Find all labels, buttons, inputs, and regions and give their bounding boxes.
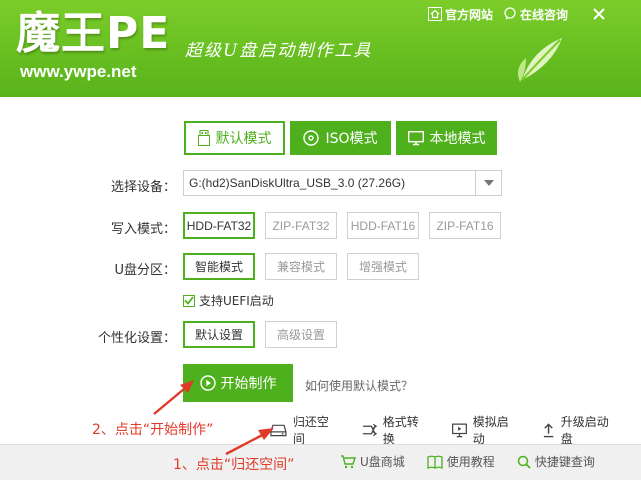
slogan: 超级U盘启动制作工具 <box>185 41 373 61</box>
partition-label: U盘分区： <box>114 263 176 278</box>
device-select[interactable]: G:(hd2)SanDiskUltra_USB_3.0 (27.26G) <box>183 170 502 196</box>
chevron-down-icon[interactable] <box>475 171 501 195</box>
usb-shop-link[interactable]: U盘商城 <box>340 453 405 470</box>
format-convert-button[interactable]: 格式转换 <box>362 413 428 447</box>
personalize-default[interactable]: 默认设置 <box>183 321 255 348</box>
usb-shop-label: U盘商城 <box>360 455 405 469</box>
device-label: 选择设备： <box>110 180 176 195</box>
cart-icon <box>341 454 356 468</box>
bottom-links: U盘商城 使用教程 快捷键查询 <box>340 453 617 470</box>
magnifier-icon <box>517 455 531 469</box>
logo-text: 魔王PE <box>16 8 171 59</box>
logo-url: www.ywpe.net <box>20 62 137 81</box>
checkbox-checked-icon <box>183 294 195 307</box>
play-icon <box>199 375 216 391</box>
annotation-arrow-2 <box>153 380 194 415</box>
shortcut-query-label: 快捷键查询 <box>534 455 595 469</box>
simulate-boot-label: 模拟启动 <box>472 415 509 446</box>
reclaim-space-button[interactable]: 归还空间 <box>270 413 338 447</box>
partition-compat-mode[interactable]: 兼容模式 <box>265 253 337 280</box>
write-mode-label: 写入模式： <box>110 222 176 237</box>
partition-enhanced-mode[interactable]: 增强模式 <box>347 253 419 280</box>
write-mode-hdd-fat32[interactable]: HDD-FAT32 <box>183 212 255 239</box>
upgrade-boot-disk-button[interactable]: 升级启动盘 <box>542 413 617 447</box>
tab-iso-mode-label: ISO模式 <box>325 131 378 147</box>
howto-link[interactable]: 如何使用默认模式？ <box>305 377 413 394</box>
tab-default-mode[interactable]: 默认模式 <box>184 121 285 155</box>
bottom-bar: U盘商城 使用教程 快捷键查询 <box>0 444 641 480</box>
convert-icon <box>362 423 377 437</box>
mode-tabs: 默认模式 ISO模式 本地模式 <box>184 121 502 155</box>
annotation-step-2: 2、点击“开始制作” <box>92 422 214 438</box>
close-icon[interactable] <box>589 4 609 24</box>
write-mode-options: HDD-FAT32 ZIP-FAT32 HDD-FAT16 ZIP-FAT16 <box>183 212 511 239</box>
tab-local-mode[interactable]: 本地模式 <box>396 121 497 155</box>
chat-icon <box>504 7 516 20</box>
top-links: 官方网站 在线咨询 <box>428 4 578 24</box>
personalize-label: 个性化设置： <box>97 331 176 346</box>
device-value: G:(hd2)SanDiskUltra_USB_3.0 (27.26G) <box>189 176 406 190</box>
online-consult-label: 在线咨询 <box>520 7 569 22</box>
simulate-boot-button[interactable]: 模拟启动 <box>451 413 518 447</box>
tab-iso-mode[interactable]: ISO模式 <box>290 121 391 155</box>
tutorial-label: 使用教程 <box>446 455 495 469</box>
write-mode-hdd-fat16[interactable]: HDD-FAT16 <box>347 212 419 239</box>
write-mode-zip-fat16[interactable]: ZIP-FAT16 <box>429 212 501 239</box>
personalize-advanced[interactable]: 高级设置 <box>265 321 337 348</box>
annotation-arrow-1 <box>225 428 274 456</box>
official-site-label: 官方网站 <box>445 7 494 22</box>
upgrade-boot-disk-label: 升级启动盘 <box>560 415 609 446</box>
reclaim-space-label: 归还空间 <box>292 415 329 446</box>
monitor-icon <box>407 131 424 146</box>
write-mode-zip-fat32[interactable]: ZIP-FAT32 <box>265 212 337 239</box>
uefi-label: 支持UEFI启动 <box>199 294 274 308</box>
app-header: 魔王PE www.ywpe.net 超级U盘启动制作工具 官方网站 在线咨询 <box>0 0 641 97</box>
disc-icon <box>303 130 320 146</box>
tab-default-mode-label: 默认模式 <box>215 131 272 147</box>
upload-icon <box>543 422 553 437</box>
monitor-play-icon <box>451 423 467 437</box>
online-consult-link[interactable]: 在线咨询 <box>503 6 568 23</box>
personalize-options: 默认设置 高级设置 <box>183 321 347 348</box>
start-button-label: 开始制作 <box>220 376 277 392</box>
shortcut-query-link[interactable]: 快捷键查询 <box>517 453 595 470</box>
usb-icon <box>197 130 210 146</box>
tab-local-mode-label: 本地模式 <box>429 131 486 147</box>
official-site-link[interactable]: 官方网站 <box>428 6 493 23</box>
tutorial-link[interactable]: 使用教程 <box>427 453 495 470</box>
uefi-checkbox[interactable]: 支持UEFI启动 <box>183 292 274 309</box>
partition-smart-mode[interactable]: 智能模式 <box>183 253 255 280</box>
leaf-icon <box>518 38 562 82</box>
partition-options: 智能模式 兼容模式 增强模式 <box>183 253 429 280</box>
book-icon <box>427 455 443 469</box>
home-icon <box>428 7 442 21</box>
format-convert-label: 格式转换 <box>382 415 419 446</box>
tool-row: 归还空间 格式转换 模拟启动 升级启动盘 <box>270 413 641 447</box>
